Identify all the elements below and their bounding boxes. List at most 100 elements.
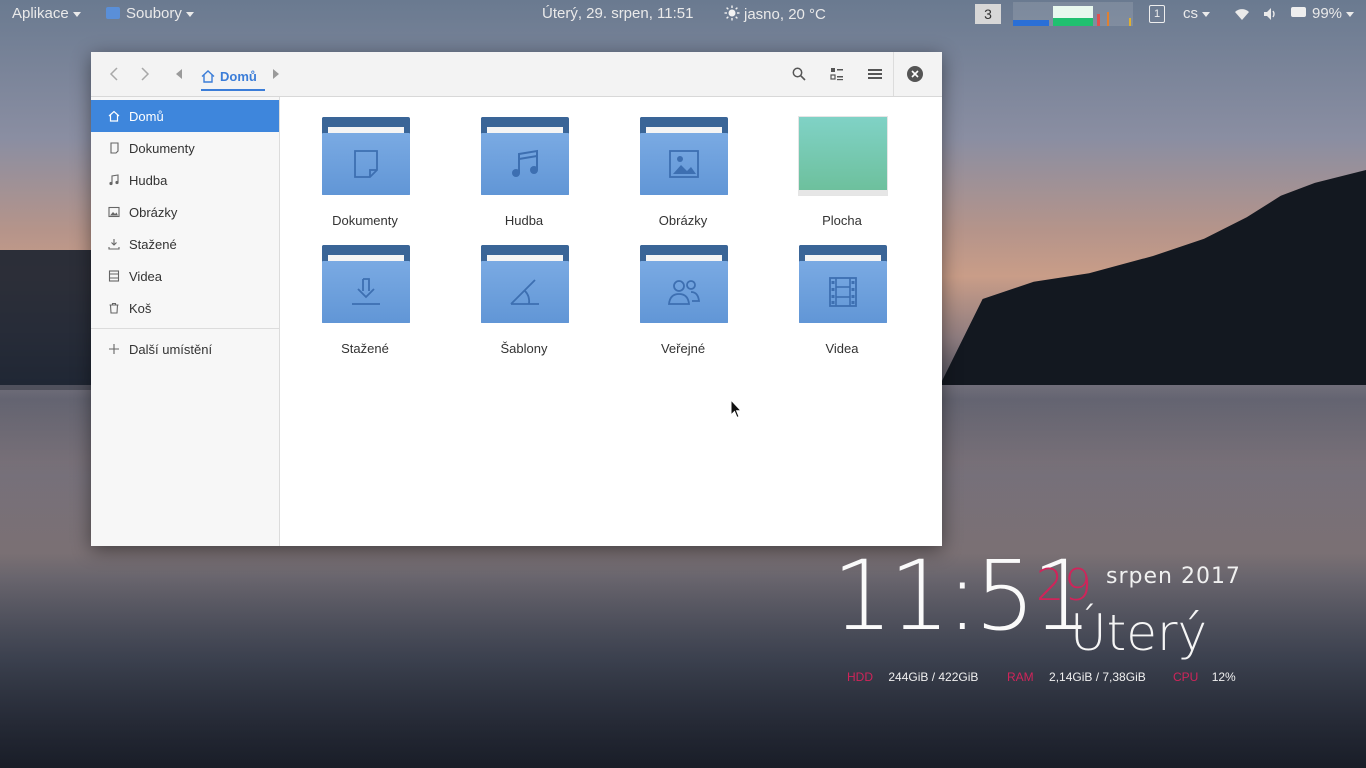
ram-value: 2,14GiB / 7,38GiB — [1049, 670, 1146, 684]
wifi-icon[interactable] — [1234, 7, 1250, 21]
sidebar-item-documents[interactable]: Dokumenty — [91, 132, 279, 164]
chevron-left-icon — [109, 67, 118, 81]
music-icon — [512, 149, 538, 177]
chevron-down-icon — [72, 11, 81, 17]
music-icon — [107, 173, 121, 187]
path-scroll-right-button[interactable] — [264, 62, 288, 86]
ram-label: RAM — [1007, 670, 1034, 684]
sidebar-item-pictures[interactable]: Obrázky — [91, 196, 279, 228]
folder-music[interactable]: Hudba — [464, 117, 584, 237]
download-icon — [352, 278, 380, 305]
chevron-down-icon — [185, 11, 194, 17]
sidebar-item-label: Další umístění — [129, 341, 213, 357]
back-button[interactable] — [102, 62, 126, 86]
sun-icon — [724, 5, 740, 21]
folder-documents[interactable]: Dokumenty — [305, 117, 425, 237]
folder-icon — [322, 245, 410, 325]
cpu-value: 12% — [1211, 670, 1236, 684]
search-icon — [792, 67, 806, 81]
sidebar-item-downloads[interactable]: Stažené — [91, 228, 279, 260]
file-manager-window: Domů Domů Dokumenty Hudba Obrázky Stažen… — [91, 52, 942, 546]
wallpaper-mountain — [940, 170, 1366, 385]
mouse-cursor-icon — [730, 399, 742, 419]
folder-icon — [481, 245, 569, 325]
sidebar: Domů Dokumenty Hudba Obrázky Stažené Vid… — [91, 97, 280, 546]
folder-label: Dokumenty — [332, 213, 398, 228]
triangle-right-icon — [273, 69, 279, 79]
home-icon — [107, 109, 121, 123]
cpu-graph — [1013, 20, 1049, 26]
top-panel: Aplikace Soubory Úterý, 29. srpen, 11:51… — [0, 0, 1366, 28]
hamburger-menu-icon — [868, 69, 882, 79]
plus-icon — [107, 342, 121, 356]
sidebar-item-label: Domů — [129, 108, 164, 124]
folder-downloads[interactable]: Stažené — [305, 245, 425, 365]
desktop-thumbnail — [799, 117, 887, 195]
folder-icon — [322, 117, 410, 197]
sidebar-item-other-locations[interactable]: Další umístění — [91, 333, 279, 365]
language-label: cs — [1183, 5, 1198, 22]
sidebar-item-music[interactable]: Hudba — [91, 164, 279, 196]
workspace-indicator[interactable]: 3 — [975, 4, 1001, 24]
sidebar-item-home[interactable]: Domů — [91, 100, 279, 132]
battery-percent: 99% — [1312, 5, 1343, 22]
list-view-icon — [830, 68, 843, 81]
breadcrumb-label: Domů — [220, 68, 257, 84]
hdd-label: HDD — [847, 670, 873, 684]
header-separator — [893, 52, 894, 96]
system-monitor-graph[interactable] — [1013, 2, 1133, 26]
folder-icon — [640, 245, 728, 325]
folder-label: Videa — [825, 341, 859, 356]
net-graph-bar — [1129, 18, 1131, 26]
folder-desktop[interactable]: Plocha — [782, 117, 902, 237]
applications-menu[interactable]: Aplikace — [12, 5, 81, 22]
path-scroll-left-button[interactable] — [167, 62, 191, 86]
search-button[interactable] — [787, 62, 811, 86]
video-icon — [829, 277, 857, 307]
hdd-stat: HDD 244GiB / 422GiB — [847, 670, 978, 684]
close-button[interactable] — [907, 66, 923, 82]
sidebar-item-trash[interactable]: Koš — [91, 292, 279, 324]
forward-button[interactable] — [133, 62, 157, 86]
document-icon — [107, 141, 121, 155]
sidebar-item-label: Videa — [129, 268, 163, 284]
battery-icon — [1291, 7, 1306, 17]
cpu-stat: CPU 12% — [1173, 670, 1236, 684]
folder-icon — [481, 117, 569, 197]
net-graph-bar — [1107, 12, 1109, 26]
weather-indicator[interactable]: jasno, 20 °C — [724, 5, 826, 23]
sidebar-item-videos[interactable]: Videa — [91, 260, 279, 292]
header-bar: Domů — [91, 52, 942, 97]
folder-label: Veřejné — [660, 341, 706, 356]
folder-grid: Dokumenty Hudba Obrázky Plocha Stažené Š… — [280, 97, 942, 546]
volume-icon[interactable] — [1262, 6, 1278, 22]
breadcrumb-home[interactable]: Domů — [201, 63, 265, 91]
sidebar-item-label: Stažené — [129, 236, 177, 252]
language-menu[interactable]: cs — [1183, 5, 1210, 22]
keyboard-layout-icon[interactable]: 1 — [1149, 5, 1165, 23]
files-app-menu[interactable]: Soubory — [106, 5, 194, 22]
chevron-down-icon — [1202, 11, 1210, 17]
sidebar-divider — [91, 328, 279, 329]
ram-stat: RAM 2,14GiB / 7,38GiB — [1007, 670, 1146, 684]
folder-videos[interactable]: Videa — [782, 245, 902, 365]
image-icon — [669, 150, 699, 178]
net-graph-bar — [1097, 14, 1100, 26]
folder-public[interactable]: Veřejné — [623, 245, 743, 365]
folder-templates[interactable]: Šablony — [464, 245, 584, 365]
panel-clock[interactable]: Úterý, 29. srpen, 11:51 — [542, 5, 693, 22]
template-icon — [510, 279, 539, 305]
people-icon — [668, 280, 701, 305]
chevron-down-icon — [1346, 11, 1355, 17]
battery-indicator[interactable]: 99% — [1291, 5, 1355, 22]
folder-icon — [640, 117, 728, 197]
chevron-right-icon — [141, 67, 150, 81]
folder-label: Hudba — [504, 213, 544, 228]
folder-label: Obrázky — [658, 213, 708, 228]
home-icon — [201, 69, 215, 83]
download-icon — [107, 237, 121, 251]
view-mode-button[interactable] — [825, 62, 849, 86]
image-icon — [107, 205, 121, 219]
menu-button[interactable] — [863, 62, 887, 86]
folder-pictures[interactable]: Obrázky — [623, 117, 743, 237]
